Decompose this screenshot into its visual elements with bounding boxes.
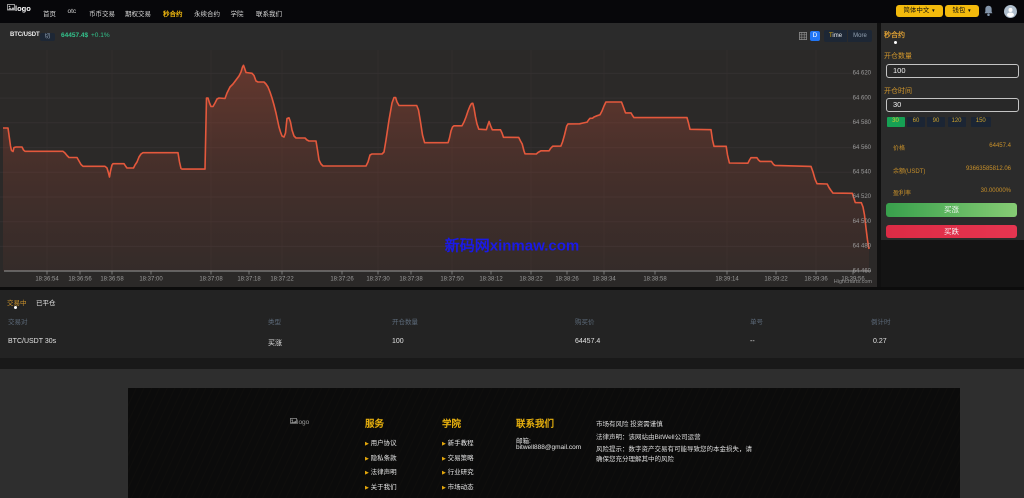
svg-text:18:37:18: 18:37:18: [237, 277, 261, 283]
svg-text:18:37:38: 18:37:38: [399, 277, 423, 283]
svg-text:64 560: 64 560: [853, 145, 872, 151]
svg-text:18:36:56: 18:36:56: [68, 277, 92, 283]
svg-text:64 600: 64 600: [853, 95, 872, 101]
svg-text:64 520: 64 520: [853, 194, 872, 200]
svg-text:18:37:00: 18:37:00: [139, 277, 163, 283]
svg-text:18:38:26: 18:38:26: [555, 277, 579, 283]
svg-text:64 620: 64 620: [853, 71, 872, 77]
svg-text:18:36:54: 18:36:54: [35, 277, 59, 283]
svg-text:18:37:08: 18:37:08: [199, 277, 223, 283]
svg-text:18:39:14: 18:39:14: [715, 277, 739, 283]
svg-text:64 500: 64 500: [853, 219, 872, 225]
svg-text:18:38:58: 18:38:58: [643, 277, 667, 283]
svg-text:18:38:22: 18:38:22: [519, 277, 543, 283]
svg-text:新码网xinmaw.com: 新码网xinmaw.com: [445, 237, 579, 255]
svg-text:18:37:30: 18:37:30: [366, 277, 390, 283]
svg-text:Highcharts.com: Highcharts.com: [834, 279, 873, 285]
svg-text:64 580: 64 580: [853, 120, 872, 126]
svg-text:18:38:34: 18:38:34: [592, 277, 616, 283]
svg-text:18:37:50: 18:37:50: [440, 277, 464, 283]
svg-text:64 540: 64 540: [853, 170, 872, 176]
svg-text:18:37:26: 18:37:26: [330, 277, 354, 283]
svg-text:18:38:12: 18:38:12: [479, 277, 503, 283]
svg-text:64 480: 64 480: [853, 244, 872, 250]
svg-text:18:39:22: 18:39:22: [764, 277, 788, 283]
svg-text:18:39:36: 18:39:36: [804, 277, 828, 283]
svg-text:18:36:58: 18:36:58: [100, 277, 124, 283]
svg-text:18:37:22: 18:37:22: [270, 277, 294, 283]
